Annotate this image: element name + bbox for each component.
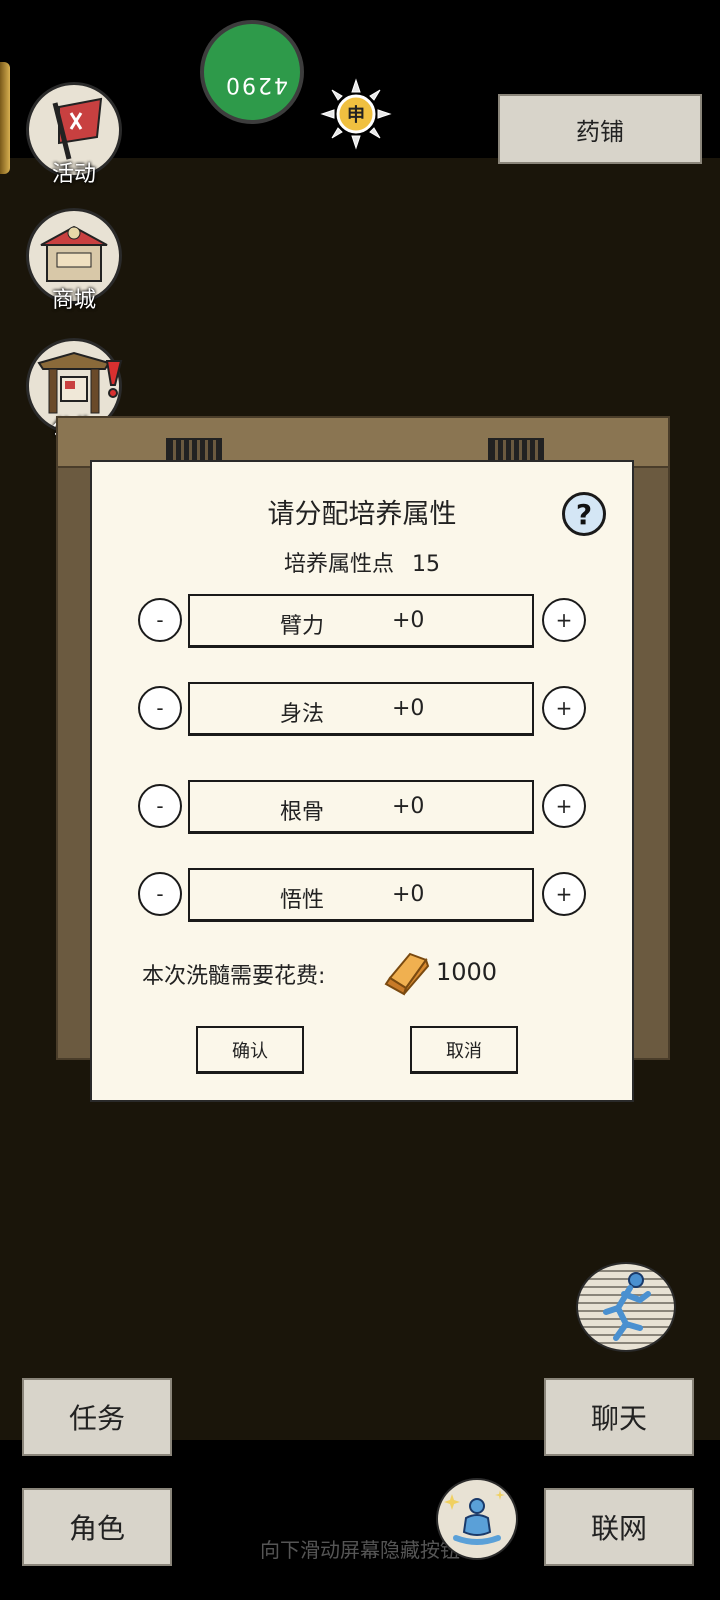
attribute-row-agility: - 身法 +0 + xyxy=(138,682,586,738)
increase-strength-button[interactable]: + xyxy=(542,598,586,642)
attribute-row-constitution: - 根骨 +0 + xyxy=(138,780,586,836)
minus-icon: - xyxy=(156,882,164,906)
attribute-box: 根骨 +0 xyxy=(188,780,534,834)
points-value: 15 xyxy=(412,552,440,577)
help-button[interactable]: ? xyxy=(562,492,606,536)
attribute-value: +0 xyxy=(392,608,425,633)
chat-label: 聊天 xyxy=(590,1402,647,1435)
chat-button[interactable]: 聊天 xyxy=(544,1378,694,1456)
gold-bar-icon xyxy=(384,952,430,996)
sun-glyph: 申 xyxy=(347,104,365,126)
attribute-points: 培养属性点 15 xyxy=(92,546,632,578)
medicine-shop-button[interactable]: 药铺 xyxy=(498,94,702,164)
attribute-row-strength: - 臂力 +0 + xyxy=(138,594,586,650)
plus-icon: + xyxy=(555,794,573,818)
decrease-constitution-button[interactable]: - xyxy=(138,784,182,828)
minus-icon: - xyxy=(156,794,164,818)
plus-icon: + xyxy=(555,608,573,632)
attribute-value: +0 xyxy=(392,794,425,819)
attribute-value: +0 xyxy=(392,696,425,721)
dialog-title: 请分配培养属性 xyxy=(267,499,457,530)
decrease-comprehension-button[interactable]: - xyxy=(138,872,182,916)
attribute-allocation-dialog: 请分配培养属性 ? 培养属性点 15 - 臂力 +0 + - 身法 +0 + - … xyxy=(90,460,634,1102)
plus-icon: + xyxy=(555,882,573,906)
cancel-button[interactable]: 取消 xyxy=(410,1026,518,1074)
cost-row: 本次洗髓需要花费: 1000 xyxy=(142,948,602,996)
confirm-label: 确认 xyxy=(232,1040,268,1062)
running-figure-icon xyxy=(603,1272,651,1341)
run-button[interactable] xyxy=(576,1262,676,1352)
task-button[interactable]: 任务 xyxy=(22,1378,172,1456)
alert-icon xyxy=(105,360,123,398)
attribute-box: 悟性 +0 xyxy=(188,868,534,922)
cost-value: 1000 xyxy=(436,958,498,986)
plus-icon: + xyxy=(555,696,573,720)
cost-label: 本次洗髓需要花费: xyxy=(142,964,326,989)
side-label-event: 活动 xyxy=(51,162,96,187)
attribute-value: +0 xyxy=(392,882,425,907)
increase-comprehension-button[interactable]: + xyxy=(542,872,586,916)
attribute-name: 身法 xyxy=(280,702,325,727)
increase-constitution-button[interactable]: + xyxy=(542,784,586,828)
meditation-icon xyxy=(444,1490,505,1545)
attribute-row-comprehension: - 悟性 +0 + xyxy=(138,868,586,924)
sun-time-icon[interactable]: 申 xyxy=(320,78,392,150)
attribute-name: 悟性 xyxy=(280,888,325,913)
increase-agility-button[interactable]: + xyxy=(542,686,586,730)
attribute-box: 臂力 +0 xyxy=(188,594,534,648)
swipe-hint: 向下滑动屏幕隐藏按钮 xyxy=(260,1538,460,1562)
meditate-button[interactable] xyxy=(436,1478,518,1560)
side-label-shop: 商城 xyxy=(51,288,96,313)
confirm-button[interactable]: 确认 xyxy=(196,1026,304,1074)
minus-icon: - xyxy=(156,696,164,720)
question-mark-icon: ? xyxy=(575,497,593,531)
green-status-badge[interactable]: 4290 xyxy=(200,20,304,124)
green-badge-text: 4290 xyxy=(224,72,288,97)
minus-icon: - xyxy=(156,608,164,632)
shop-label: 药铺 xyxy=(576,117,624,146)
attribute-box: 身法 +0 xyxy=(188,682,534,736)
left-edge-ornament xyxy=(0,62,10,174)
attribute-name: 根骨 xyxy=(280,800,325,825)
points-label: 培养属性点 xyxy=(283,552,394,577)
decrease-strength-button[interactable]: - xyxy=(138,598,182,642)
task-label: 任务 xyxy=(68,1402,125,1435)
attribute-name: 臂力 xyxy=(280,614,325,639)
decrease-agility-button[interactable]: - xyxy=(138,686,182,730)
cancel-label: 取消 xyxy=(446,1040,482,1062)
